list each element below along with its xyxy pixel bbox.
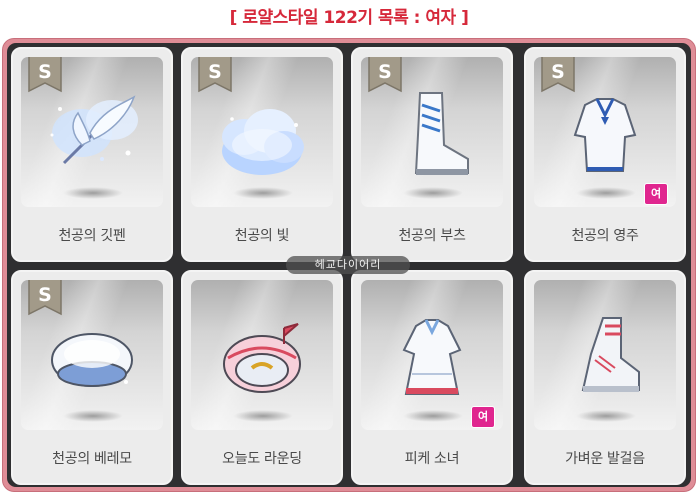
- item-stage: S: [361, 57, 503, 207]
- s-rank-badge: S: [367, 57, 403, 95]
- s-rank-label: S: [38, 61, 52, 83]
- item-stage: S: [21, 280, 163, 430]
- item-card-sky-light[interactable]: S 천공의 빛: [181, 47, 343, 262]
- s-rank-label: S: [551, 61, 565, 83]
- item-name: 천공의 빛: [234, 228, 290, 244]
- item-card-golf-cap[interactable]: 오늘도 라운딩: [181, 270, 343, 485]
- item-card-sailor-dress[interactable]: S 여 천공의 영주: [524, 47, 686, 262]
- item-name: 가벼운 발걸음: [565, 451, 645, 467]
- item-name: 오늘도 라운딩: [222, 451, 302, 467]
- s-rank-label: S: [38, 284, 52, 306]
- female-badge: 여: [644, 183, 668, 205]
- s-rank-label: S: [208, 61, 222, 83]
- s-rank-badge: S: [27, 57, 63, 95]
- golf-cap-icon: [223, 323, 301, 393]
- s-rank-badge: S: [197, 57, 233, 95]
- pique-dress-icon: [402, 319, 462, 395]
- page-title: [ 로얄스타일 122기 목록 : 여자 ]: [229, 8, 469, 28]
- item-name: 천공의 베레모: [52, 451, 132, 467]
- item-card-quill-pen[interactable]: S 천공의 깃펜: [11, 47, 173, 262]
- item-stage: S: [21, 57, 163, 207]
- item-name: 피케 소녀: [404, 451, 460, 467]
- s-rank-badge: S: [27, 280, 63, 318]
- item-stage: [534, 280, 676, 430]
- item-name: 천공의 영주: [571, 228, 639, 244]
- item-card-pique-dress[interactable]: 여 피케 소녀: [351, 270, 513, 485]
- item-name: 천공의 깃펜: [58, 228, 126, 244]
- item-stage: [191, 280, 333, 430]
- sneakers-icon: [581, 317, 640, 392]
- item-card-boots[interactable]: S 천공의 부츠: [351, 47, 513, 262]
- item-stage: S: [191, 57, 333, 207]
- watermark-label: 헤교다이어리: [286, 256, 410, 274]
- s-rank-badge: S: [540, 57, 576, 95]
- item-name: 천공의 부츠: [398, 228, 466, 244]
- item-card-sneakers[interactable]: 가벼운 발걸음: [524, 270, 686, 485]
- item-card-beret[interactable]: S 천공의 베레모: [11, 270, 173, 485]
- s-rank-label: S: [378, 61, 392, 83]
- female-badge: 여: [471, 406, 495, 428]
